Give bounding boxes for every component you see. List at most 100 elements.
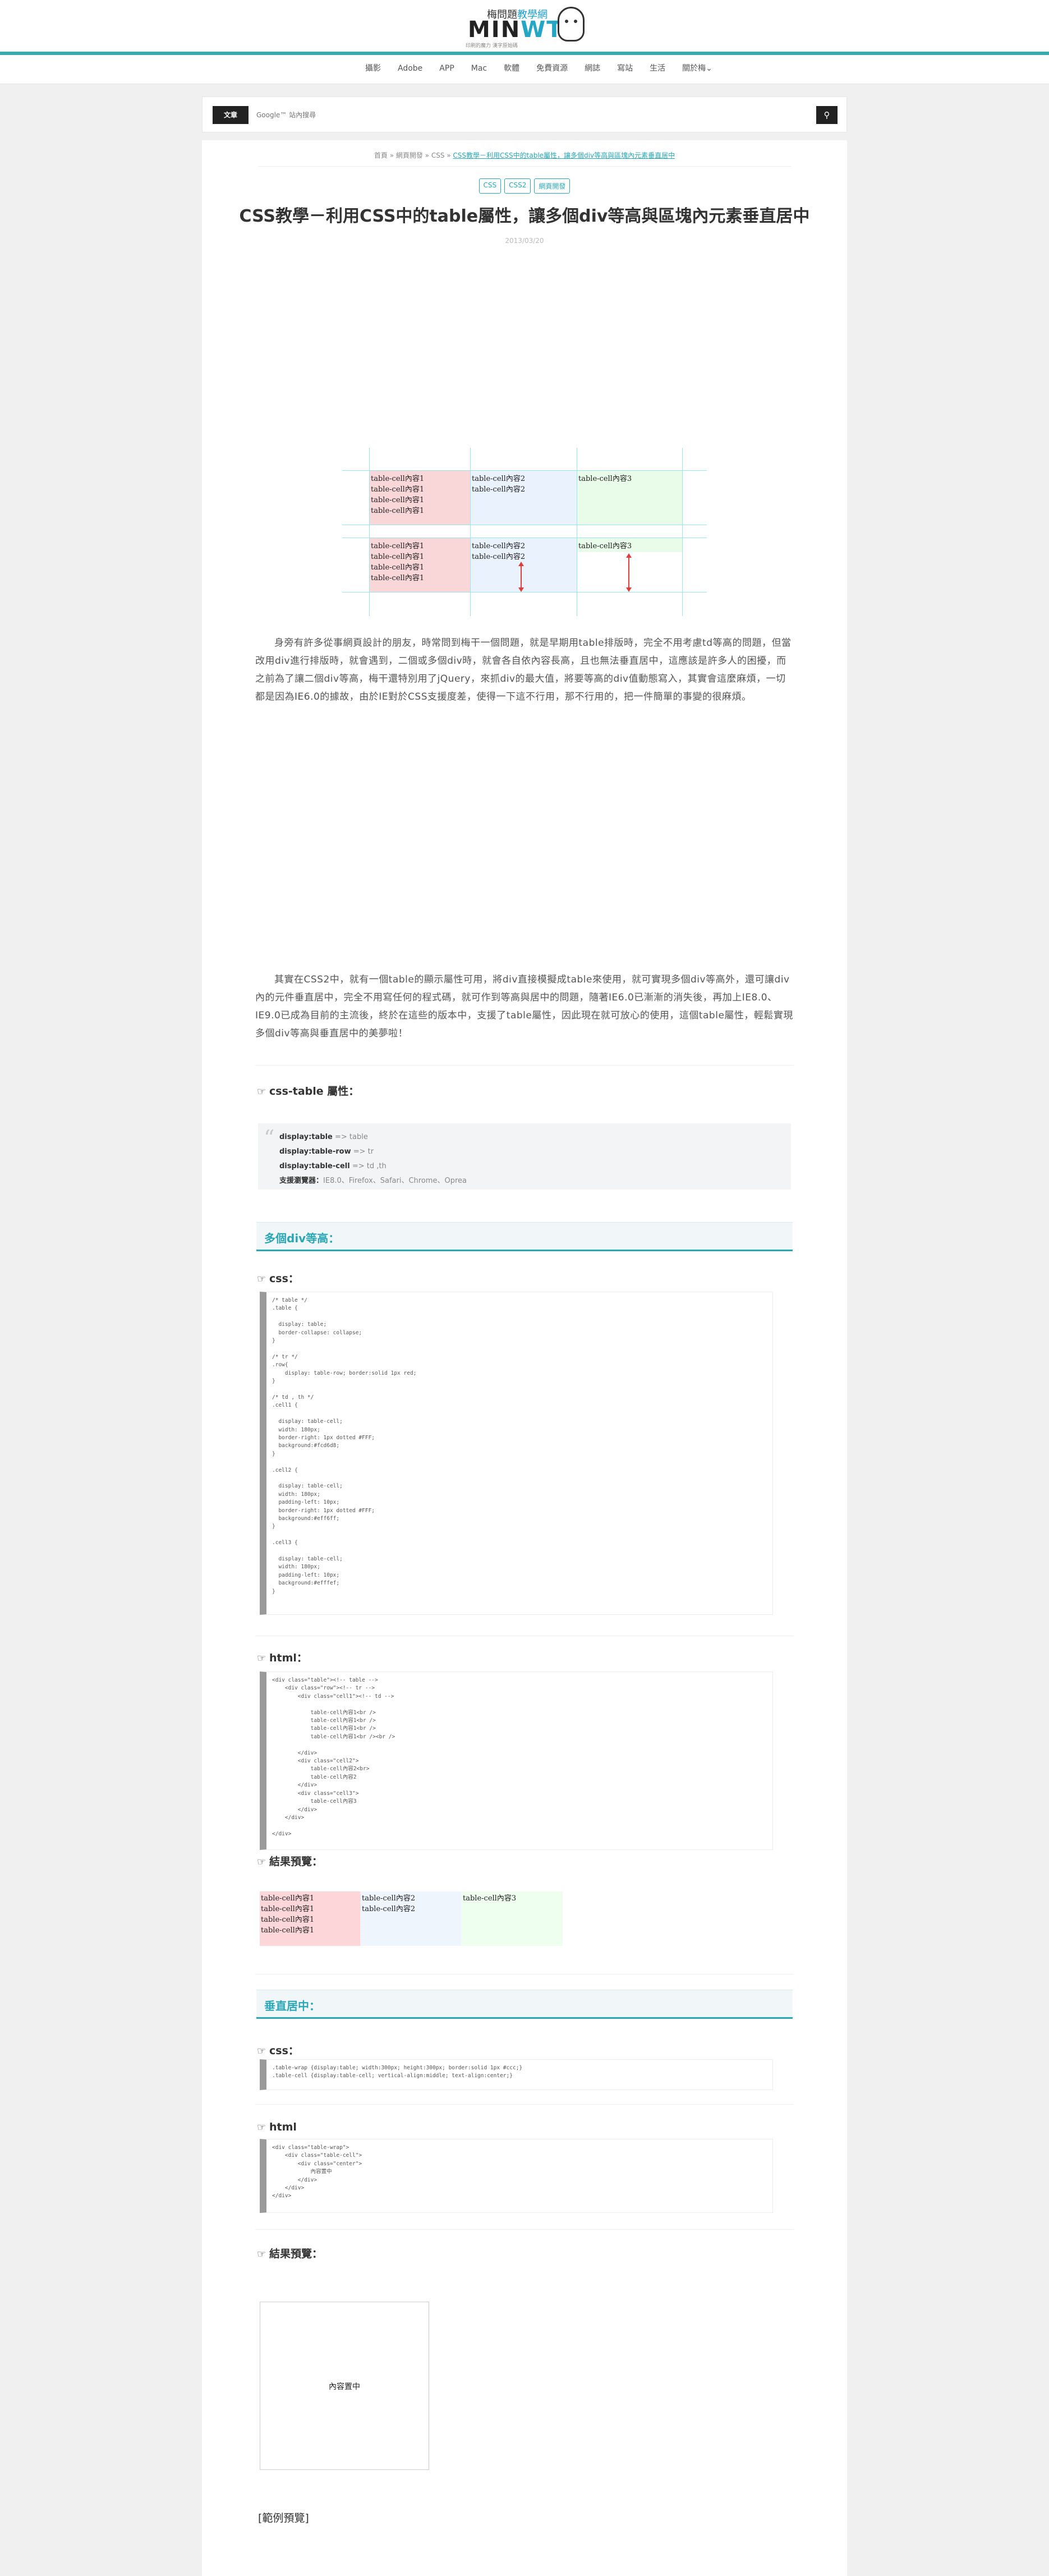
demo-cell-text: table-cell內容2	[472, 475, 526, 483]
article-title: CSS教學－利用CSS中的table屬性，讓多個div等高與區塊內元素垂直居中	[239, 206, 810, 226]
nav-item[interactable]: APP	[431, 63, 462, 74]
hand-pointer-icon: ☞	[257, 1086, 266, 1098]
result-cell: table-cell內容2 table-cell內容2	[361, 1891, 462, 1946]
hand-pointer-icon: ☞	[257, 1273, 266, 1285]
code-block-html: <div class="table"><!-- table --> <div c…	[260, 1672, 773, 1850]
demo-cell-text: table-cell內容1	[371, 507, 425, 515]
quote-line: display:table => table	[279, 1133, 368, 1141]
guide-line	[369, 448, 370, 616]
code-html-2: <div class="table-wrap"> <div class="tab…	[272, 2145, 362, 2200]
code-block-css: /* table */ .table { display: table; bor…	[260, 1292, 773, 1615]
demo-cell-2: table-cell內容2 table-cell內容2	[470, 470, 577, 525]
guide-line	[470, 448, 471, 616]
result-table: table-cell內容1 table-cell內容1 table-cell內容1 t…	[260, 1891, 563, 1946]
property-quote: “ display:table => table display:table-ro…	[258, 1123, 791, 1190]
section-divider	[255, 1065, 794, 1066]
result-cell-text: table-cell內容2	[362, 1905, 416, 1913]
nav-item[interactable]: Mac	[463, 63, 495, 74]
code-css: /* table */ .table { display: table; bor…	[272, 1297, 417, 1595]
center-demo-box: 內容置中	[260, 2302, 429, 2470]
result-cell-text: table-cell內容3	[463, 1894, 517, 1903]
quote-line: 支援瀏覽器：IE8.0、Firefox、Safari、Chrome、Oprea	[279, 1177, 467, 1185]
nav-item[interactable]: 關於梅⌄	[674, 63, 721, 74]
nav-menu: 攝影 Adobe APP Mac 軟體 免費資源 網誌 寫站 生活 關於梅⌄	[357, 63, 721, 74]
nav-item[interactable]: 免費資源	[528, 63, 576, 74]
hand-pointer-icon: ☞	[257, 1856, 266, 1868]
hand-pointer-icon: ☞	[257, 2045, 266, 2057]
nav-item[interactable]: 攝影	[357, 63, 389, 74]
main-nav: 攝影 Adobe APP Mac 軟體 免費資源 網誌 寫站 生活 關於梅⌄	[0, 55, 1049, 84]
breadcrumb-divider	[258, 166, 791, 167]
quote-mark-icon: “	[264, 1126, 275, 1150]
result-cell: table-cell內容1 table-cell內容1 table-cell內容1 t…	[260, 1891, 361, 1946]
html-heading: ☞ html：	[257, 1652, 307, 1664]
result-cell-text: table-cell內容1	[261, 1894, 315, 1903]
css-table-heading: ☞ css-table 屬性：	[257, 1085, 360, 1098]
code-block-html-2: <div class="table-wrap"> <div class="tab…	[260, 2139, 773, 2213]
section-heading-vertical-center: 垂直居中：	[256, 1990, 793, 2019]
demo-cell-text: table-cell內容1	[371, 563, 425, 572]
site-header: 梅問題教學網 MINWT 印刷的魔力 漢字原始碼	[0, 0, 1049, 55]
tag-list: CSS CSS2 網頁開發	[202, 178, 847, 194]
demo-cell-text: table-cell內容3	[578, 475, 632, 483]
article-date: 2013/03/20	[505, 237, 544, 245]
demo-cell-text: table-cell內容2	[472, 553, 526, 561]
result-cell-text: table-cell內容1	[261, 1916, 315, 1924]
tag-link[interactable]: CSS2	[504, 178, 531, 194]
demo-cell-text: table-cell內容1	[371, 574, 425, 582]
css2-paragraph: 其實在CSS2中，就有一個table的顯示屬性可用，將div直接模擬成table…	[255, 974, 793, 1039]
result-cell-text: table-cell內容2	[362, 1894, 416, 1903]
code-block-css-2: .table-wrap {display:table; width:300px;…	[260, 2059, 773, 2090]
tag-link[interactable]: 網頁開發	[534, 178, 570, 194]
logo-wordmark: MINWT	[468, 17, 563, 43]
guide-line	[682, 448, 683, 616]
hand-pointer-icon: ☞	[257, 1652, 266, 1664]
logo-subtitle: 印刷的魔力 漢字原始碼	[466, 43, 518, 49]
nav-item[interactable]: 寫站	[609, 63, 641, 74]
height-arrow-icon	[518, 562, 524, 592]
hand-pointer-icon: ☞	[257, 2122, 266, 2133]
search-bar: 文章 ⚲	[202, 97, 847, 132]
search-scope-button[interactable]: 文章	[213, 106, 249, 124]
css-heading: ☞ css：	[257, 1273, 299, 1285]
center-demo-text: 內容置中	[329, 2382, 360, 2391]
mascot-icon	[558, 7, 585, 42]
result-cell-text: table-cell內容1	[261, 1926, 315, 1935]
demo-cell-text: table-cell內容1	[371, 475, 425, 483]
guide-line	[342, 470, 707, 471]
demo-preview-link[interactable]: [範例預覽]	[258, 2510, 309, 2525]
breadcrumb-path[interactable]: 首頁 » 網頁開發 » CSS »	[374, 151, 453, 159]
height-arrow-icon	[626, 553, 632, 592]
intro-paragraph: 身旁有許多從事網頁設計的朋友，時常問到梅干一個問題，就是早期用table排版時，…	[255, 637, 792, 702]
search-icon: ⚲	[823, 110, 830, 120]
article: 首頁 » 網頁開發 » CSS » CSS教學－利用CSS中的table屬性，讓…	[202, 140, 847, 2576]
site-logo[interactable]: 梅問題教學網 MINWT 印刷的魔力 漢字原始碼	[463, 4, 587, 49]
breadcrumb: 首頁 » 網頁開發 » CSS » CSS教學－利用CSS中的table屬性，讓…	[202, 150, 847, 160]
quote-line: display:table-row => tr	[279, 1147, 374, 1156]
code-html: <div class="table"><!-- table --> <div c…	[272, 1677, 395, 1837]
search-input[interactable]	[253, 106, 786, 124]
demo-cell-text: table-cell內容1	[371, 485, 425, 494]
nav-item[interactable]: 軟體	[495, 63, 528, 74]
section-heading-equal-height: 多個div等高：	[256, 1222, 793, 1251]
result-cell: table-cell內容3	[462, 1891, 563, 1946]
nav-item[interactable]: Adobe	[389, 63, 431, 74]
guide-line	[342, 592, 707, 593]
demo-cell-text: table-cell內容1	[371, 553, 425, 561]
nav-item[interactable]: 生活	[641, 63, 674, 74]
code-css-2: .table-wrap {display:table; width:300px;…	[272, 2065, 523, 2079]
demo-cell-text: table-cell內容1	[371, 496, 425, 504]
demo-illustration: table-cell內容1 table-cell內容1 table-cell內容1 t…	[342, 448, 707, 616]
hand-pointer-icon: ☞	[257, 2248, 266, 2260]
nav-item[interactable]: 網誌	[576, 63, 609, 74]
quote-line: display:table-cell => td ,th	[279, 1162, 387, 1170]
tag-link[interactable]: CSS	[479, 178, 502, 194]
demo-cell-text: table-cell內容2	[472, 485, 526, 494]
breadcrumb-current[interactable]: CSS教學－利用CSS中的table屬性，讓多個div等高與區塊內元素垂直居中	[453, 151, 675, 159]
result-heading-2: ☞ 結果預覽：	[257, 2248, 323, 2260]
search-button[interactable]: ⚲	[816, 106, 838, 124]
demo-cell-text: table-cell內容2	[472, 542, 526, 550]
demo-cell-1: table-cell內容1 table-cell內容1 table-cell內容1 t…	[369, 470, 470, 525]
demo-cell-6: table-cell內容3	[577, 538, 682, 552]
demo-cell-3: table-cell內容3	[577, 470, 682, 525]
